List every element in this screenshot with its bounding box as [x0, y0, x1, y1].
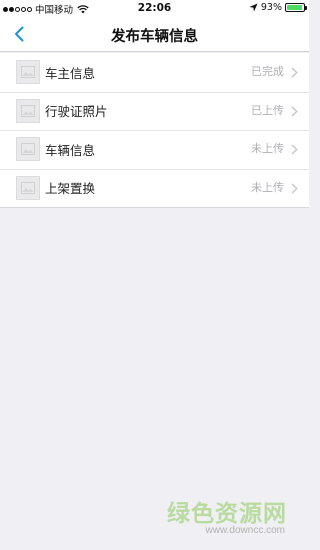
status-right: 93% — [249, 2, 307, 13]
list-item-license-photo[interactable]: 行驶证照片 已上传 — [0, 91, 309, 131]
chevron-right-icon — [291, 106, 298, 116]
status-bar: 中国移动 22:06 93% — [0, 0, 309, 17]
chevron-right-icon — [291, 67, 298, 78]
image-placeholder-icon — [16, 137, 40, 162]
battery-icon — [285, 3, 307, 12]
watermark-logo-text: 绿色资源网 — [167, 501, 287, 527]
list-item-status: 已完成 — [251, 65, 284, 78]
navigation-bar: 发布车辆信息 — [0, 17, 309, 52]
list-item-label: 车辆信息 — [45, 142, 96, 158]
list-item-label: 上架置换 — [45, 181, 96, 197]
watermark: 绿色资源网 www.downcc.com — [0, 494, 309, 544]
list-item-vehicle-info[interactable]: 车辆信息 未上传 — [0, 130, 309, 169]
chevron-right-icon — [291, 144, 298, 155]
image-placeholder-icon — [16, 175, 40, 200]
page-title: 发布车辆信息 — [111, 29, 198, 45]
image-placeholder-icon — [16, 60, 40, 85]
list-item-label: 行驶证照片 — [45, 104, 108, 120]
image-placeholder-icon — [16, 98, 40, 123]
list-item-status: 未上传 — [251, 180, 284, 194]
list-item-listing-exchange[interactable]: 上架置换 未上传 — [0, 168, 309, 208]
list-item-status: 未上传 — [251, 142, 284, 155]
list-item-status: 已上传 — [251, 103, 284, 117]
chevron-right-icon — [291, 183, 298, 193]
list-item-owner-info[interactable]: 车主信息 已完成 — [0, 53, 309, 92]
list-item-label: 车主信息 — [45, 65, 96, 81]
battery-fill — [287, 5, 302, 10]
info-list: 车主信息 已完成 行驶证照片 已上传 车辆信息 未上传 上架置换 未上传 — [0, 53, 309, 208]
location-icon — [249, 3, 258, 12]
watermark-url: www.downcc.com — [205, 525, 285, 536]
battery-percentage: 93% — [260, 2, 282, 13]
